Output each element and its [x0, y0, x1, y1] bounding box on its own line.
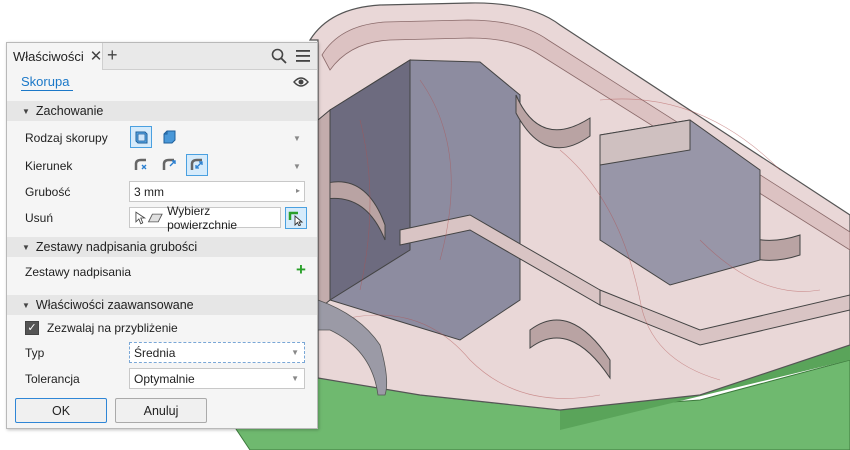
approximation-checkbox[interactable]: ✓ [25, 321, 39, 335]
tab-properties[interactable]: Właściwości ✕ [7, 43, 103, 70]
tolerance-dropdown[interactable]: Optymalnie ▼ [129, 368, 305, 389]
collapse-icon: ▼ [22, 242, 30, 252]
face-pick-icon [288, 211, 304, 226]
section-behavior[interactable]: ▼ Zachowanie [7, 101, 317, 121]
thickness-label: Grubość [25, 185, 71, 199]
type-value: Średnia [134, 345, 176, 360]
section-advanced[interactable]: ▼ Właściwości zaawansowane [7, 295, 317, 315]
search-icon[interactable] [271, 48, 287, 67]
shell-outside-button[interactable] [158, 126, 180, 148]
add-tab-icon[interactable]: + [107, 46, 118, 64]
direction-both-button[interactable] [186, 154, 208, 176]
tolerance-label: Tolerancja [25, 372, 80, 386]
type-label: Typ [25, 346, 45, 360]
remove-faces-value: Wybierz powierzchnie [167, 203, 238, 232]
face-select-icon [135, 210, 163, 224]
collapse-icon: ▼ [22, 106, 30, 116]
ok-button[interactable]: OK [15, 398, 107, 423]
close-icon[interactable]: ✕ [90, 49, 103, 64]
remove-faces-selector[interactable]: Wybierz powierzchnie [129, 204, 281, 232]
hamburger-menu-icon[interactable] [295, 48, 311, 67]
direction-dropdown-icon[interactable]: ▼ [293, 162, 312, 171]
eye-icon[interactable] [293, 76, 309, 91]
shell-inside-icon [135, 131, 148, 144]
select-faces-button[interactable] [285, 207, 307, 229]
tolerance-value: Optymalnie [134, 371, 195, 386]
tab-title: Właściwości [13, 49, 84, 64]
collapse-icon: ▼ [22, 300, 30, 310]
thickness-arrow-icon[interactable]: ▸ [296, 186, 300, 195]
remove-label: Usuń [25, 211, 54, 225]
type-dropdown[interactable]: Średnia ▼ [129, 342, 305, 363]
shell-inside-button[interactable] [130, 126, 152, 148]
direction-outside-icon [162, 158, 176, 170]
section-behavior-title: Zachowanie [35, 104, 104, 118]
section-advanced-title: Właściwości zaawansowane [35, 298, 194, 312]
direction-inside-icon [134, 158, 147, 170]
chevron-down-icon: ▼ [291, 374, 299, 383]
properties-panel: Właściwości ✕ + Skorupa ▼ Zachowanie Rod… [6, 42, 318, 429]
shell-type-label: Rodzaj skorupy [25, 131, 108, 145]
cancel-button[interactable]: Anuluj [115, 398, 207, 423]
override-sets-label: Zestawy nadpisania [25, 265, 132, 279]
feature-name[interactable]: Skorupa [21, 74, 74, 91]
direction-inside-button[interactable] [130, 154, 152, 176]
panel-titlebar: Właściwości ✕ + [7, 43, 317, 70]
shell-outside-icon [163, 130, 176, 144]
direction-outside-button[interactable] [158, 154, 180, 176]
direction-both-icon [190, 158, 203, 170]
add-override-set-icon[interactable]: + [296, 261, 306, 278]
chevron-down-icon: ▼ [291, 348, 299, 357]
direction-label: Kierunek [25, 159, 73, 173]
section-thickness-overrides-title: Zestawy nadpisania grubości [35, 240, 198, 254]
section-thickness-overrides[interactable]: ▼ Zestawy nadpisania grubości [7, 237, 317, 257]
shell-type-dropdown-icon[interactable]: ▼ [293, 134, 312, 143]
thickness-value: 3 mm [134, 184, 164, 199]
thickness-input[interactable]: 3 mm ▸ [129, 181, 305, 202]
approximation-label: Zezwalaj na przybliżenie [47, 321, 178, 335]
